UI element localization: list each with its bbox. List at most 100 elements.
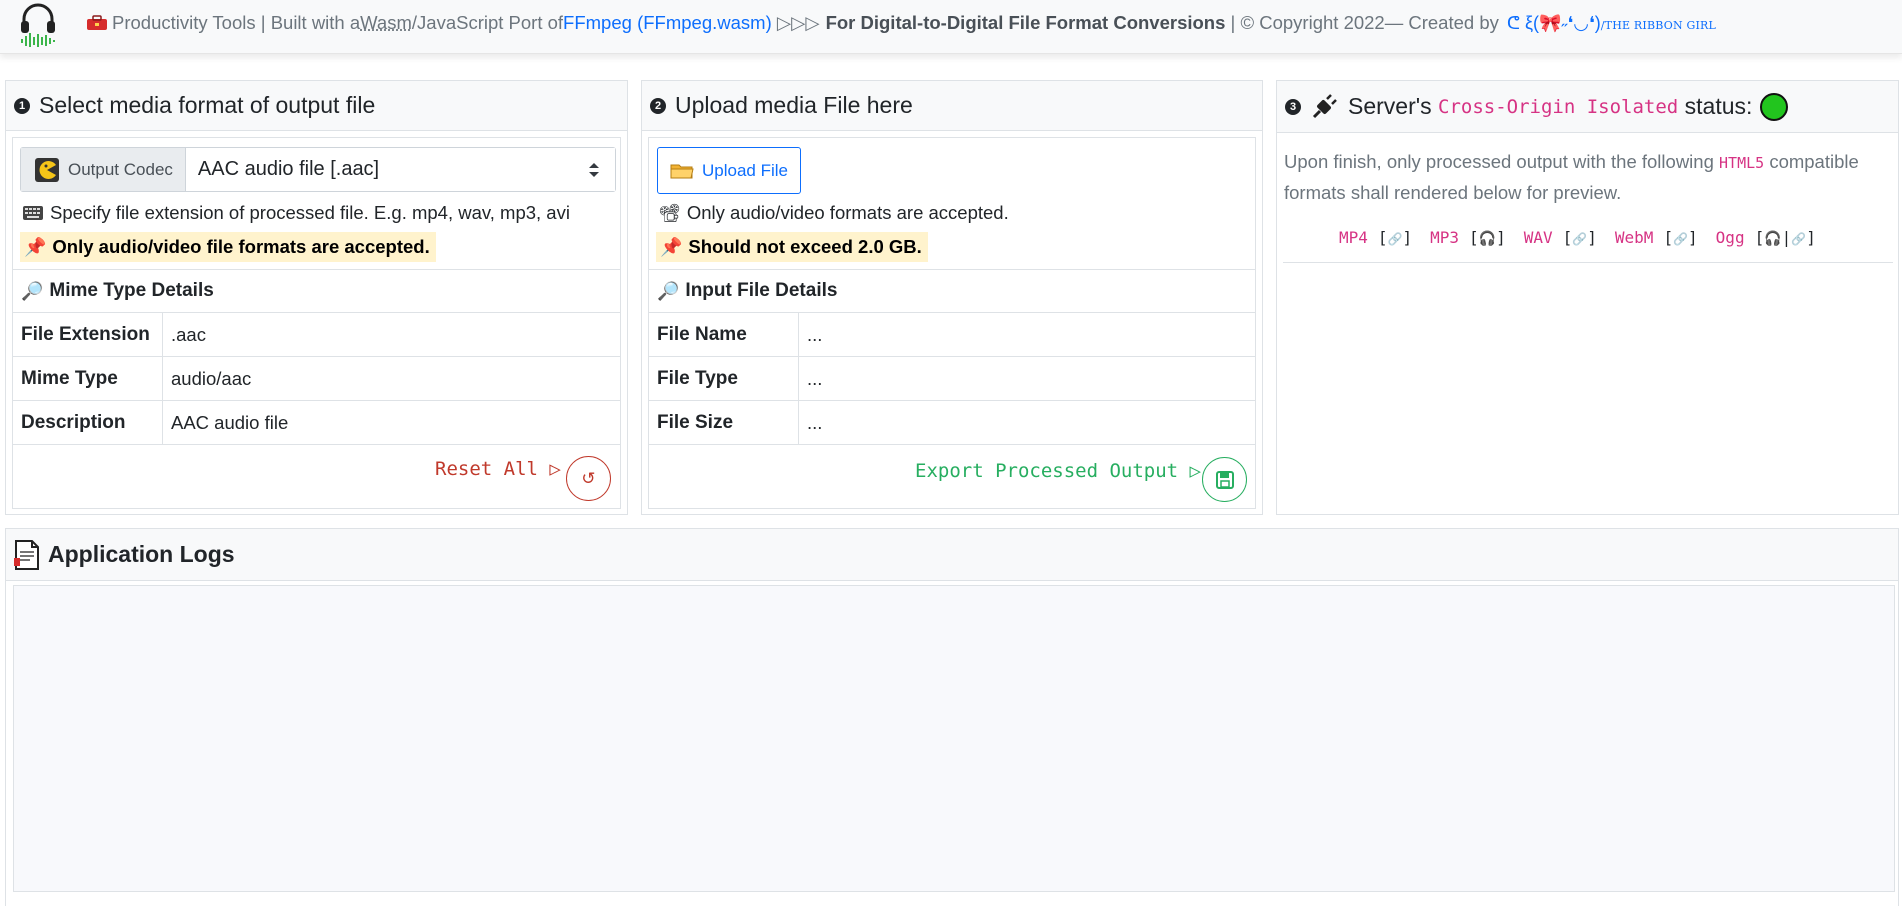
output-codec-group: Output Codec AAC audio file [.aac] <box>20 147 616 192</box>
navbar-prefix: Productivity Tools | Built with a <box>112 12 361 33</box>
row-value: ... <box>807 411 823 433</box>
panel2-header: 2 Upload media File here <box>642 81 1262 131</box>
log-document-icon <box>14 539 39 570</box>
film-projector-icon: 📽 <box>658 202 681 223</box>
panel3-description: Upon finish, only processed output with … <box>1284 147 1894 207</box>
mime-details-header: 🔎 Mime Type Details <box>12 269 621 313</box>
panel1-warning: 📌 Only audio/video file formats are acce… <box>20 232 436 262</box>
input-details-header: 🔎 Input File Details <box>648 269 1256 313</box>
row-value: .aac <box>171 323 206 345</box>
table-row: File Type ... <box>648 357 1256 401</box>
navbar-text: Productivity Tools | Built with a Wasm/J… <box>86 12 1716 34</box>
row-value: AAC audio file <box>171 411 289 433</box>
magnifier-icon: 🔎 <box>21 280 44 301</box>
upload-file-label: Upload File <box>702 160 788 180</box>
row-key: File Size <box>649 401 799 444</box>
panel2-hint-text: Only audio/video formats are accepted. <box>686 202 1009 223</box>
table-row: File Name ... <box>648 313 1256 357</box>
pushpin-icon: 📌 <box>24 236 47 257</box>
format-mp4-marks: [🔗] <box>1377 228 1413 247</box>
export-button[interactable] <box>1202 457 1247 502</box>
step-number-2: 2 <box>650 97 666 114</box>
select-arrows-icon <box>589 162 599 177</box>
magnifier-icon: 🔎 <box>657 280 680 301</box>
author-link[interactable]: ᕦ ξ(🎀˶❛◡❛)/THE RIBBON GIRL <box>1507 13 1716 34</box>
pacman-icon <box>35 157 59 182</box>
isolation-status-indicator <box>1760 92 1789 121</box>
format-webm: WebM <box>1614 228 1654 247</box>
keyboard-icon <box>23 206 43 220</box>
format-mp3: MP3 <box>1430 228 1460 247</box>
output-codec-select[interactable]: AAC audio file [.aac] <box>185 148 615 191</box>
panel3-title-code: Cross-Origin Isolated <box>1438 95 1679 118</box>
headphones-icon: 🎧 <box>1478 231 1497 247</box>
wasm-abbr[interactable]: Wasm <box>360 12 412 34</box>
headphones-logo-icon <box>21 3 55 47</box>
top-navbar: Productivity Tools | Built with a Wasm/J… <box>0 0 1902 54</box>
row-value: ... <box>807 367 823 389</box>
navbar-copyright: | © Copyright 2022— Created by <box>1230 12 1499 33</box>
mime-details-title: Mime Type Details <box>49 280 214 301</box>
author-name: /THE RIBBON GIRL <box>1600 18 1716 32</box>
output-codec-label: Output Codec <box>21 148 186 191</box>
panel2-warning: 📌 Should not exceed 2.0 GB. <box>656 232 928 262</box>
application-logs-panel: Application Logs <box>5 528 1899 906</box>
table-row: File Size ... <box>648 401 1256 445</box>
reset-all-link[interactable]: Reset All ▷ <box>435 458 561 480</box>
reset-icon: ↺ <box>581 468 596 488</box>
navbar-tagline: For Digital-to-Digital File Format Conve… <box>825 12 1226 33</box>
panel2-title: Upload media File here <box>675 92 913 118</box>
author-face: ᕦ ξ(🎀˶❛◡❛) <box>1506 12 1601 33</box>
ffmpeg-wasm-link[interactable]: (FFmpeg.wasm) <box>637 12 772 34</box>
server-status-panel: 3 Server's Cross-Origin Isolated status:… <box>1276 80 1899 515</box>
step-number-3: 3 <box>1285 98 1301 115</box>
input-details-title: Input File Details <box>685 280 838 301</box>
panel1-hint-text: Specify file extension of processed file… <box>50 202 570 223</box>
link-icon: 🔗 <box>1387 232 1403 246</box>
navbar-arrows: ▷▷▷ <box>776 12 820 33</box>
format-webm-marks: [🔗] <box>1663 228 1698 247</box>
row-value: ... <box>807 323 823 345</box>
preview-formats-list: MP4 [🔗] MP3 [🎧] WAV [🔗] WebM [🔗] Ogg [🎧|… <box>1339 228 1818 247</box>
output-codec-value: AAC audio file [.aac] <box>197 158 380 180</box>
row-key: File Name <box>649 313 799 356</box>
row-key: File Type <box>649 357 799 400</box>
panel3-desc-part1: Upon finish, only processed output with … <box>1284 151 1714 172</box>
toolbox-icon <box>87 15 107 30</box>
upload-file-button[interactable]: Upload File <box>657 147 801 194</box>
plug-icon <box>1312 93 1337 118</box>
upload-panel: 2 Upload media File here Upload File 📽 O… <box>641 80 1263 515</box>
folder-icon <box>670 164 694 178</box>
navbar-port-text: /JavaScript Port of <box>411 12 564 33</box>
panel2-warning-text: Should not exceed 2.0 GB. <box>688 236 922 257</box>
panel1-warning-text: Only audio/video file formats are accept… <box>52 236 430 257</box>
reset-button[interactable]: ↺ <box>566 456 611 501</box>
pushpin-icon: 📌 <box>660 236 683 257</box>
row-value: audio/aac <box>171 367 252 389</box>
step-number-1: 1 <box>14 97 30 114</box>
format-mp3-marks: [🎧] <box>1469 228 1506 247</box>
panel1-hint: Specify file extension of processed file… <box>22 202 570 224</box>
table-row: Description AAC audio file <box>12 401 621 445</box>
panel3-desc-code: HTML5 <box>1719 154 1765 172</box>
format-mp4: MP4 <box>1339 228 1368 247</box>
link-icon: 🔗 <box>1791 232 1807 246</box>
export-output-link[interactable]: Export Processed Output ▷ <box>915 460 1201 482</box>
panel1-title: Select media format of output file <box>39 92 376 118</box>
row-key: Description <box>13 401 163 444</box>
ffmpeg-link[interactable]: FFmpeg <box>563 12 632 34</box>
logs-title: Application Logs <box>48 541 235 567</box>
panel3-divider <box>1283 262 1893 263</box>
link-icon: 🔗 <box>1572 232 1588 246</box>
format-ogg-marks: [🎧|🔗] <box>1754 228 1816 247</box>
link-icon: 🔗 <box>1673 232 1689 246</box>
format-wav-marks: [🔗] <box>1562 228 1597 247</box>
format-wav: WAV <box>1523 228 1553 247</box>
row-key: File Extension <box>13 313 163 356</box>
logs-output-area[interactable] <box>13 585 1895 892</box>
panel3-title-prefix: Server's <box>1348 93 1432 119</box>
panel2-hint: 📽 Only audio/video formats are accepted. <box>658 202 1009 224</box>
output-codec-label-text: Output Codec <box>68 159 173 179</box>
row-key: Mime Type <box>13 357 163 400</box>
save-icon <box>1215 470 1234 489</box>
